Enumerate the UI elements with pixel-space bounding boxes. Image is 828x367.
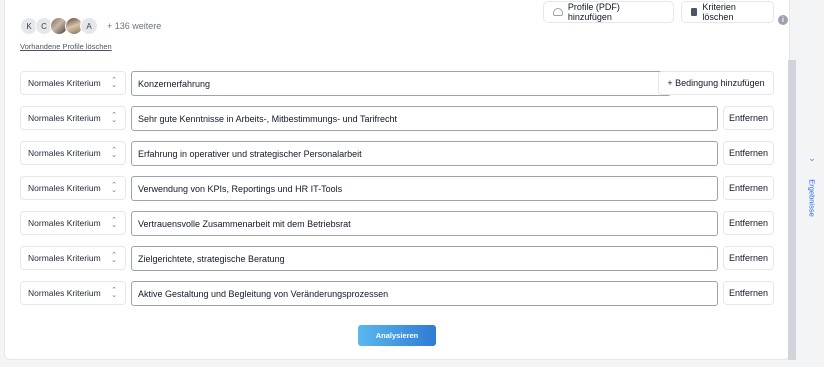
criterion-type-select[interactable]: Normales Kriterium ⌃ ⌄ bbox=[20, 281, 126, 305]
chevron-updown-icon: ⌃ ⌄ bbox=[111, 252, 117, 264]
results-side-tab[interactable]: ⌄ Ergebnisse bbox=[801, 150, 823, 230]
criterion-type-label: Normales Kriterium bbox=[28, 253, 101, 263]
chevron-updown-icon: ⌃ ⌄ bbox=[111, 287, 117, 299]
criterion-type-select[interactable]: Normales Kriterium ⌃ ⌄ bbox=[20, 141, 126, 165]
remove-button[interactable]: Entfernen bbox=[723, 246, 774, 270]
remove-button[interactable]: Entfernen bbox=[723, 106, 774, 130]
scrollbar[interactable] bbox=[788, 60, 796, 360]
add-pdf-profile-label: Profile (PDF) hinzufügen bbox=[567, 2, 620, 22]
more-profiles-count: + 136 weitere bbox=[107, 21, 162, 31]
avatar: A bbox=[80, 17, 98, 35]
delete-profiles-link[interactable]: Vorhandene Profile löschen bbox=[20, 42, 112, 51]
chevron-updown-icon: ⌃ ⌄ bbox=[111, 112, 117, 124]
info-icon[interactable]: i bbox=[778, 15, 788, 25]
criterion-type-select[interactable]: Normales Kriterium ⌃ ⌄ bbox=[20, 106, 126, 130]
criterion-type-label: Normales Kriterium bbox=[28, 148, 101, 158]
clear-criteria-label: Kriterien löschen bbox=[702, 2, 736, 22]
chevron-updown-icon: ⌃ ⌄ bbox=[111, 77, 117, 89]
criterion-type-select[interactable]: Normales Kriterium ⌃ ⌄ bbox=[20, 176, 126, 200]
criterion-type-select[interactable]: Normales Kriterium ⌃ ⌄ bbox=[20, 246, 126, 270]
results-tab-label: Ergebnisse bbox=[807, 179, 817, 217]
remove-button[interactable]: Entfernen bbox=[723, 141, 774, 165]
chevron-updown-icon: ⌃ ⌄ bbox=[111, 182, 117, 194]
add-pdf-profile-button[interactable]: Profile (PDF) hinzufügen bbox=[543, 1, 674, 23]
criterion-input[interactable]: Vertrauensvolle Zusammenarbeit mit dem B… bbox=[131, 211, 718, 236]
criterion-input[interactable]: Verwendung von KPIs, Reportings und HR I… bbox=[131, 176, 718, 201]
trash-icon bbox=[691, 8, 698, 16]
criterion-type-label: Normales Kriterium bbox=[28, 218, 101, 228]
criterion-type-select[interactable]: Normales Kriterium ⌃ ⌄ bbox=[20, 211, 126, 235]
clear-criteria-button[interactable]: Kriterien löschen bbox=[681, 1, 774, 23]
chevron-updown-icon: ⌃ ⌄ bbox=[111, 147, 117, 159]
remove-button[interactable]: Entfernen bbox=[723, 176, 774, 200]
profile-avatars: K C A + 136 weitere bbox=[20, 16, 161, 36]
chevron-updown-icon: ⌃ ⌄ bbox=[111, 217, 117, 229]
window-edge bbox=[824, 0, 828, 367]
criterion-input[interactable]: Erfahrung in operativer und strategische… bbox=[131, 141, 718, 166]
criterion-input[interactable]: Zielgerichtete, strategische Beratung bbox=[131, 246, 718, 271]
criterion-input[interactable]: Konzernerfahrung bbox=[131, 71, 671, 96]
criterion-input[interactable]: Aktive Gestaltung und Begleitung von Ver… bbox=[131, 281, 718, 306]
chevron-down-icon: ⌄ bbox=[808, 153, 816, 163]
criterion-type-label: Normales Kriterium bbox=[28, 113, 101, 123]
criterion-type-label: Normales Kriterium bbox=[28, 288, 101, 298]
page: K C A + 136 weitere Vorhandene Profile l… bbox=[0, 0, 828, 367]
remove-button[interactable]: Entfernen bbox=[723, 281, 774, 305]
cloud-upload-icon bbox=[553, 8, 563, 16]
criterion-type-select[interactable]: Normales Kriterium ⌃ ⌄ bbox=[20, 71, 126, 95]
remove-button[interactable]: Entfernen bbox=[723, 211, 774, 235]
criterion-input[interactable]: Sehr gute Kenntnisse in Arbeits-, Mitbes… bbox=[131, 106, 718, 131]
criterion-type-label: Normales Kriterium bbox=[28, 78, 101, 88]
add-condition-button[interactable]: + Bedingung hinzufügen bbox=[658, 71, 774, 95]
criterion-type-label: Normales Kriterium bbox=[28, 183, 101, 193]
analyze-button[interactable]: Analysieren bbox=[358, 325, 436, 346]
